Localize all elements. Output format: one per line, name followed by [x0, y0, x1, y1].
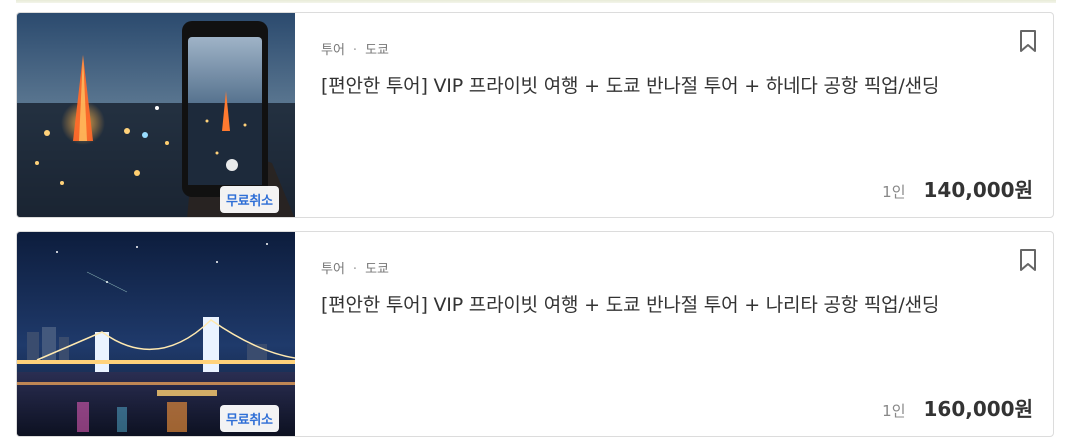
free-cancel-badge: 무료취소: [220, 186, 279, 213]
category-label: 투어: [321, 262, 345, 277]
tour-info: 투어 · 도쿄 [편안한 투어] VIP 프라이빗 여행 + 도쿄 반나절 투어 +…: [321, 13, 1053, 217]
tour-card[interactable]: 무료취소 투어 · 도쿄 [편안한 투어] VIP 프라이빗 여행 + 도쿄 반나절…: [16, 12, 1054, 218]
category-label: 투어: [321, 43, 345, 58]
tour-title[interactable]: [편안한 투어] VIP 프라이빗 여행 + 도쿄 반나절 투어 + 하네다 공…: [321, 71, 939, 98]
tour-category: 투어 · 도쿄: [321, 39, 389, 58]
separator-dot: ·: [352, 262, 358, 277]
tour-category: 투어 · 도쿄: [321, 258, 389, 277]
tour-info: 투어 · 도쿄 [편안한 투어] VIP 프라이빗 여행 + 도쿄 반나절 투어 +…: [321, 232, 1053, 436]
price-row: 1인 140,000원: [882, 174, 1033, 203]
bookmark-icon[interactable]: [1017, 29, 1039, 53]
city-label: 도쿄: [365, 262, 389, 277]
city-label: 도쿄: [365, 43, 389, 58]
bookmark-icon[interactable]: [1017, 248, 1039, 272]
price-row: 1인 160,000원: [882, 393, 1033, 422]
free-cancel-badge: 무료취소: [220, 405, 279, 432]
price: 160,000원: [923, 397, 1034, 421]
tour-title[interactable]: [편안한 투어] VIP 프라이빗 여행 + 도쿄 반나절 투어 + 나리타 공…: [321, 290, 939, 317]
top-divider: [16, 0, 1056, 3]
price-unit: 1인: [882, 402, 906, 420]
price-unit: 1인: [882, 183, 906, 201]
tour-card[interactable]: 무료취소 투어 · 도쿄 [편안한 투어] VIP 프라이빗 여행 + 도쿄 반나절…: [16, 231, 1054, 437]
separator-dot: ·: [352, 43, 358, 58]
price: 140,000원: [923, 178, 1034, 202]
tour-thumbnail-tokyo-tower[interactable]: 무료취소: [17, 13, 295, 217]
tour-thumbnail-rainbow-bridge[interactable]: 무료취소: [17, 232, 295, 436]
